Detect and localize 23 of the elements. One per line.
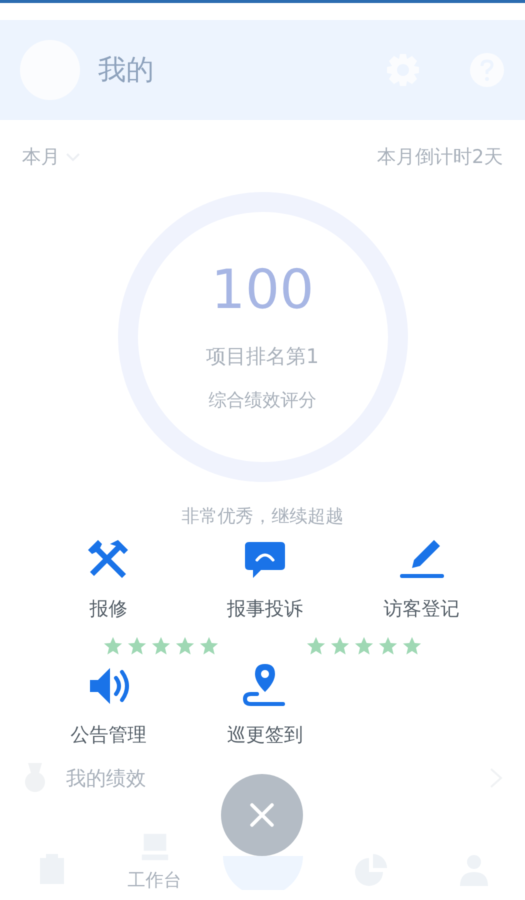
star-icon: [199, 636, 220, 656]
menu-item[interactable]: 报修: [30, 536, 187, 622]
countdown-text: 本月倒计时2天: [376, 145, 503, 170]
close-icon[interactable]: [249, 802, 275, 828]
star-icon: [306, 636, 326, 656]
score-caption: 综合绩效评分: [208, 388, 316, 412]
menu-item[interactable]: 巡更签到: [186, 662, 344, 748]
star-icon: [151, 636, 172, 656]
score-comment: 非常优秀，继续超越: [180, 505, 344, 528]
star-icon: [127, 636, 148, 656]
star-icon: [175, 636, 196, 656]
menu-item[interactable]: 公告管理: [30, 662, 187, 748]
star-icon: [103, 636, 124, 656]
menu-item[interactable]: 访客登记: [343, 536, 500, 622]
star-icon: [330, 636, 350, 656]
menu-item[interactable]: 报事投诉: [186, 536, 344, 622]
page-title: 我的: [98, 52, 155, 88]
star-icon: [378, 636, 398, 656]
rank-text: 项目排名第1: [206, 342, 319, 370]
center-tab-button[interactable]: [222, 856, 302, 890]
score-value: 100: [210, 262, 314, 316]
star-icon: [354, 636, 374, 656]
star-icon: [402, 636, 422, 656]
